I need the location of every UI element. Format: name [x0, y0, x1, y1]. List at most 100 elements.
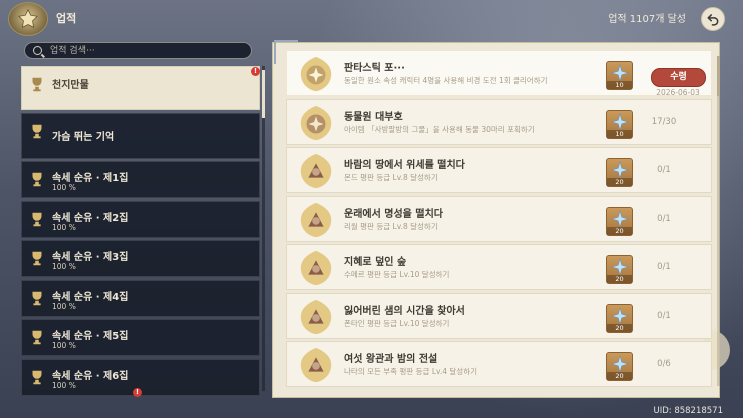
achievement-row: 동물원 대부호 아이템 「사방팔방의 그물」을 사용해 동물 30마리 포획하기…	[286, 98, 712, 145]
achievement-medal-icon	[300, 105, 332, 140]
completion-date: 2026-06-03	[656, 88, 700, 97]
search-box[interactable]	[24, 42, 252, 59]
achievement-medal-icon	[300, 347, 332, 383]
achievement-row: 바람의 땅에서 위세를 떨치다 몬드 평판 등급 Lv.8 달성하기 20 0/…	[286, 147, 712, 193]
achievement-name: 바람의 땅에서 위세를 떨치다	[344, 160, 465, 171]
achievement-name: 지혜로 덮인 숲	[344, 257, 407, 268]
primogem-icon	[611, 355, 629, 373]
category-item[interactable]: 천지만물 !	[21, 66, 260, 110]
achievement-progress: 0/1	[657, 310, 671, 321]
achievement-description: 몬드 평판 등급 Lv.8 달성하기	[344, 173, 438, 182]
achievement-medal-icon	[300, 250, 332, 286]
category-item[interactable]: 가슴 뛰는 기억	[21, 112, 260, 159]
primogem-reward: 20	[606, 206, 633, 236]
achievement-progress: 17/30	[651, 116, 677, 127]
category-name: 속세 순유 · 제4집	[52, 291, 129, 303]
category-item[interactable]: 속세 순유 · 제3집 100 %	[21, 240, 260, 277]
category-percent: 100 %	[52, 222, 76, 232]
search-icon	[33, 46, 42, 55]
category-item[interactable]: 속세 순유 · 제6집 100 % !	[21, 358, 260, 397]
reward-amount: 20	[607, 275, 632, 283]
category-name: 가슴 뛰는 기억	[52, 131, 115, 143]
primogem-icon	[611, 306, 629, 325]
achievement-name: 잃어버린 샘의 시간을 찾아서	[344, 305, 465, 317]
achievement-medal-icon	[300, 202, 332, 237]
trophy-icon	[32, 251, 42, 266]
achievements-crest-icon	[8, 2, 48, 36]
achievement-name: 여섯 왕관과 밤의 전설	[344, 354, 438, 365]
trophy-icon	[32, 172, 42, 187]
achievement-name: 동물원 대부호	[344, 111, 403, 123]
achievement-name: 판타스틱 포···	[344, 63, 405, 74]
achievement-description: 동일한 원소 속성 캐릭터 4명을 사용해 비경 도전 1회 클리어하기	[344, 76, 548, 85]
category-name: 속세 순유 · 제3집	[52, 252, 129, 263]
trophy-icon	[32, 330, 42, 345]
reward-amount: 20	[607, 178, 632, 186]
achievement-row: 잃어버린 샘의 시간을 찾아서 폰타인 평판 등급 Lv.10 달성하기 20 …	[286, 292, 712, 339]
achievement-description: 리월 평판 등급 Lv.8 달성하기	[344, 221, 438, 231]
reward-amount: 20	[607, 226, 632, 235]
back-button[interactable]	[701, 7, 725, 31]
claim-button[interactable]: 수령	[651, 68, 706, 87]
notification-badge: !	[251, 67, 260, 76]
reward-amount: 20	[607, 372, 632, 380]
achievement-progress: 0/1	[657, 213, 671, 224]
achievement-medal-icon	[300, 299, 332, 334]
reward-amount: 10	[607, 129, 632, 138]
achievement-count: 업적 1107개 달성	[608, 14, 686, 25]
page-title: 업적	[56, 12, 77, 25]
trophy-icon	[32, 291, 42, 305]
primogem-reward: 10	[606, 61, 633, 90]
reward-amount: 10	[607, 81, 632, 89]
achievement-description: 아이템 「사방팔방의 그물」을 사용해 동물 30마리 포획하기	[344, 124, 535, 134]
achievement-medal-icon	[300, 56, 332, 92]
category-percent: 100 %	[52, 341, 76, 350]
primogem-reward: 20	[606, 303, 633, 333]
category-name: 속세 순유 · 제1집	[52, 173, 129, 184]
achievement-progress: 0/1	[657, 165, 671, 175]
primogem-icon	[611, 258, 629, 276]
achievement-medal-icon	[300, 153, 332, 189]
category-percent: 100 %	[52, 262, 76, 271]
category-item[interactable]: 속세 순유 · 제2집 100 %	[21, 200, 260, 238]
category-percent: 100 %	[52, 301, 76, 311]
primogem-reward: 20	[606, 352, 633, 381]
primogem-icon	[611, 112, 629, 131]
achievement-scrollbar[interactable]	[717, 56, 720, 386]
achievement-description: 폰타인 평판 등급 Lv.10 달성하기	[344, 318, 450, 328]
notification-badge: !	[133, 387, 142, 397]
achievement-name: 운래에서 명성을 떨치다	[344, 208, 443, 220]
category-percent: 100 %	[52, 183, 76, 192]
primogem-icon	[611, 161, 629, 179]
category-name: 속세 순유 · 제2집	[52, 212, 129, 224]
primogem-reward: 20	[606, 255, 633, 284]
category-list: 천지만물 ! 가슴 뛰는 기억 속세 순유 · 제1집 100 % 속세 순유 …	[21, 66, 260, 398]
category-name: 천지만물	[52, 80, 89, 91]
player-uid: UID: 858218571	[653, 406, 723, 416]
achievement-description: 수메르 평판 등급 Lv.10 달성하기	[344, 270, 450, 279]
achievement-row: 운래에서 명성을 떨치다 리월 평판 등급 Lv.8 달성하기 20 0/1	[286, 195, 712, 242]
achievement-row: 여섯 왕관과 밤의 전설 나타의 모든 부족 평판 등급 Lv.4 달성하기 2…	[286, 341, 712, 387]
trophy-icon	[32, 212, 42, 226]
primogem-icon	[611, 209, 629, 228]
category-name: 속세 순유 · 제6집	[52, 370, 129, 382]
primogem-icon	[611, 64, 629, 82]
category-item[interactable]: 속세 순유 · 제4집 100 %	[21, 279, 260, 317]
search-input[interactable]	[48, 44, 242, 57]
achievement-progress: 0/1	[657, 262, 671, 272]
category-name: 속세 순유 · 제5집	[52, 331, 129, 342]
back-arrow-icon	[707, 14, 719, 26]
category-scrollbar[interactable]	[262, 66, 265, 391]
trophy-icon	[32, 370, 42, 384]
category-percent: 100 %	[52, 380, 76, 390]
achievement-list: 판타스틱 포··· 동일한 원소 속성 캐릭터 4명을 사용해 비경 도전 1회…	[286, 50, 712, 390]
achievement-row: 지혜로 덮인 숲 수메르 평판 등급 Lv.10 달성하기 20 0/1	[286, 244, 712, 290]
category-item[interactable]: 속세 순유 · 제5집 100 %	[21, 319, 260, 356]
achievement-description: 나타의 모든 부족 평판 등급 Lv.4 달성하기	[344, 367, 477, 376]
category-item[interactable]: 속세 순유 · 제1집 100 %	[21, 161, 260, 198]
primogem-reward: 10	[606, 109, 633, 139]
achievement-progress: 0/6	[657, 359, 671, 369]
trophy-icon	[32, 124, 42, 138]
reward-amount: 20	[607, 323, 632, 332]
trophy-icon	[32, 77, 42, 92]
